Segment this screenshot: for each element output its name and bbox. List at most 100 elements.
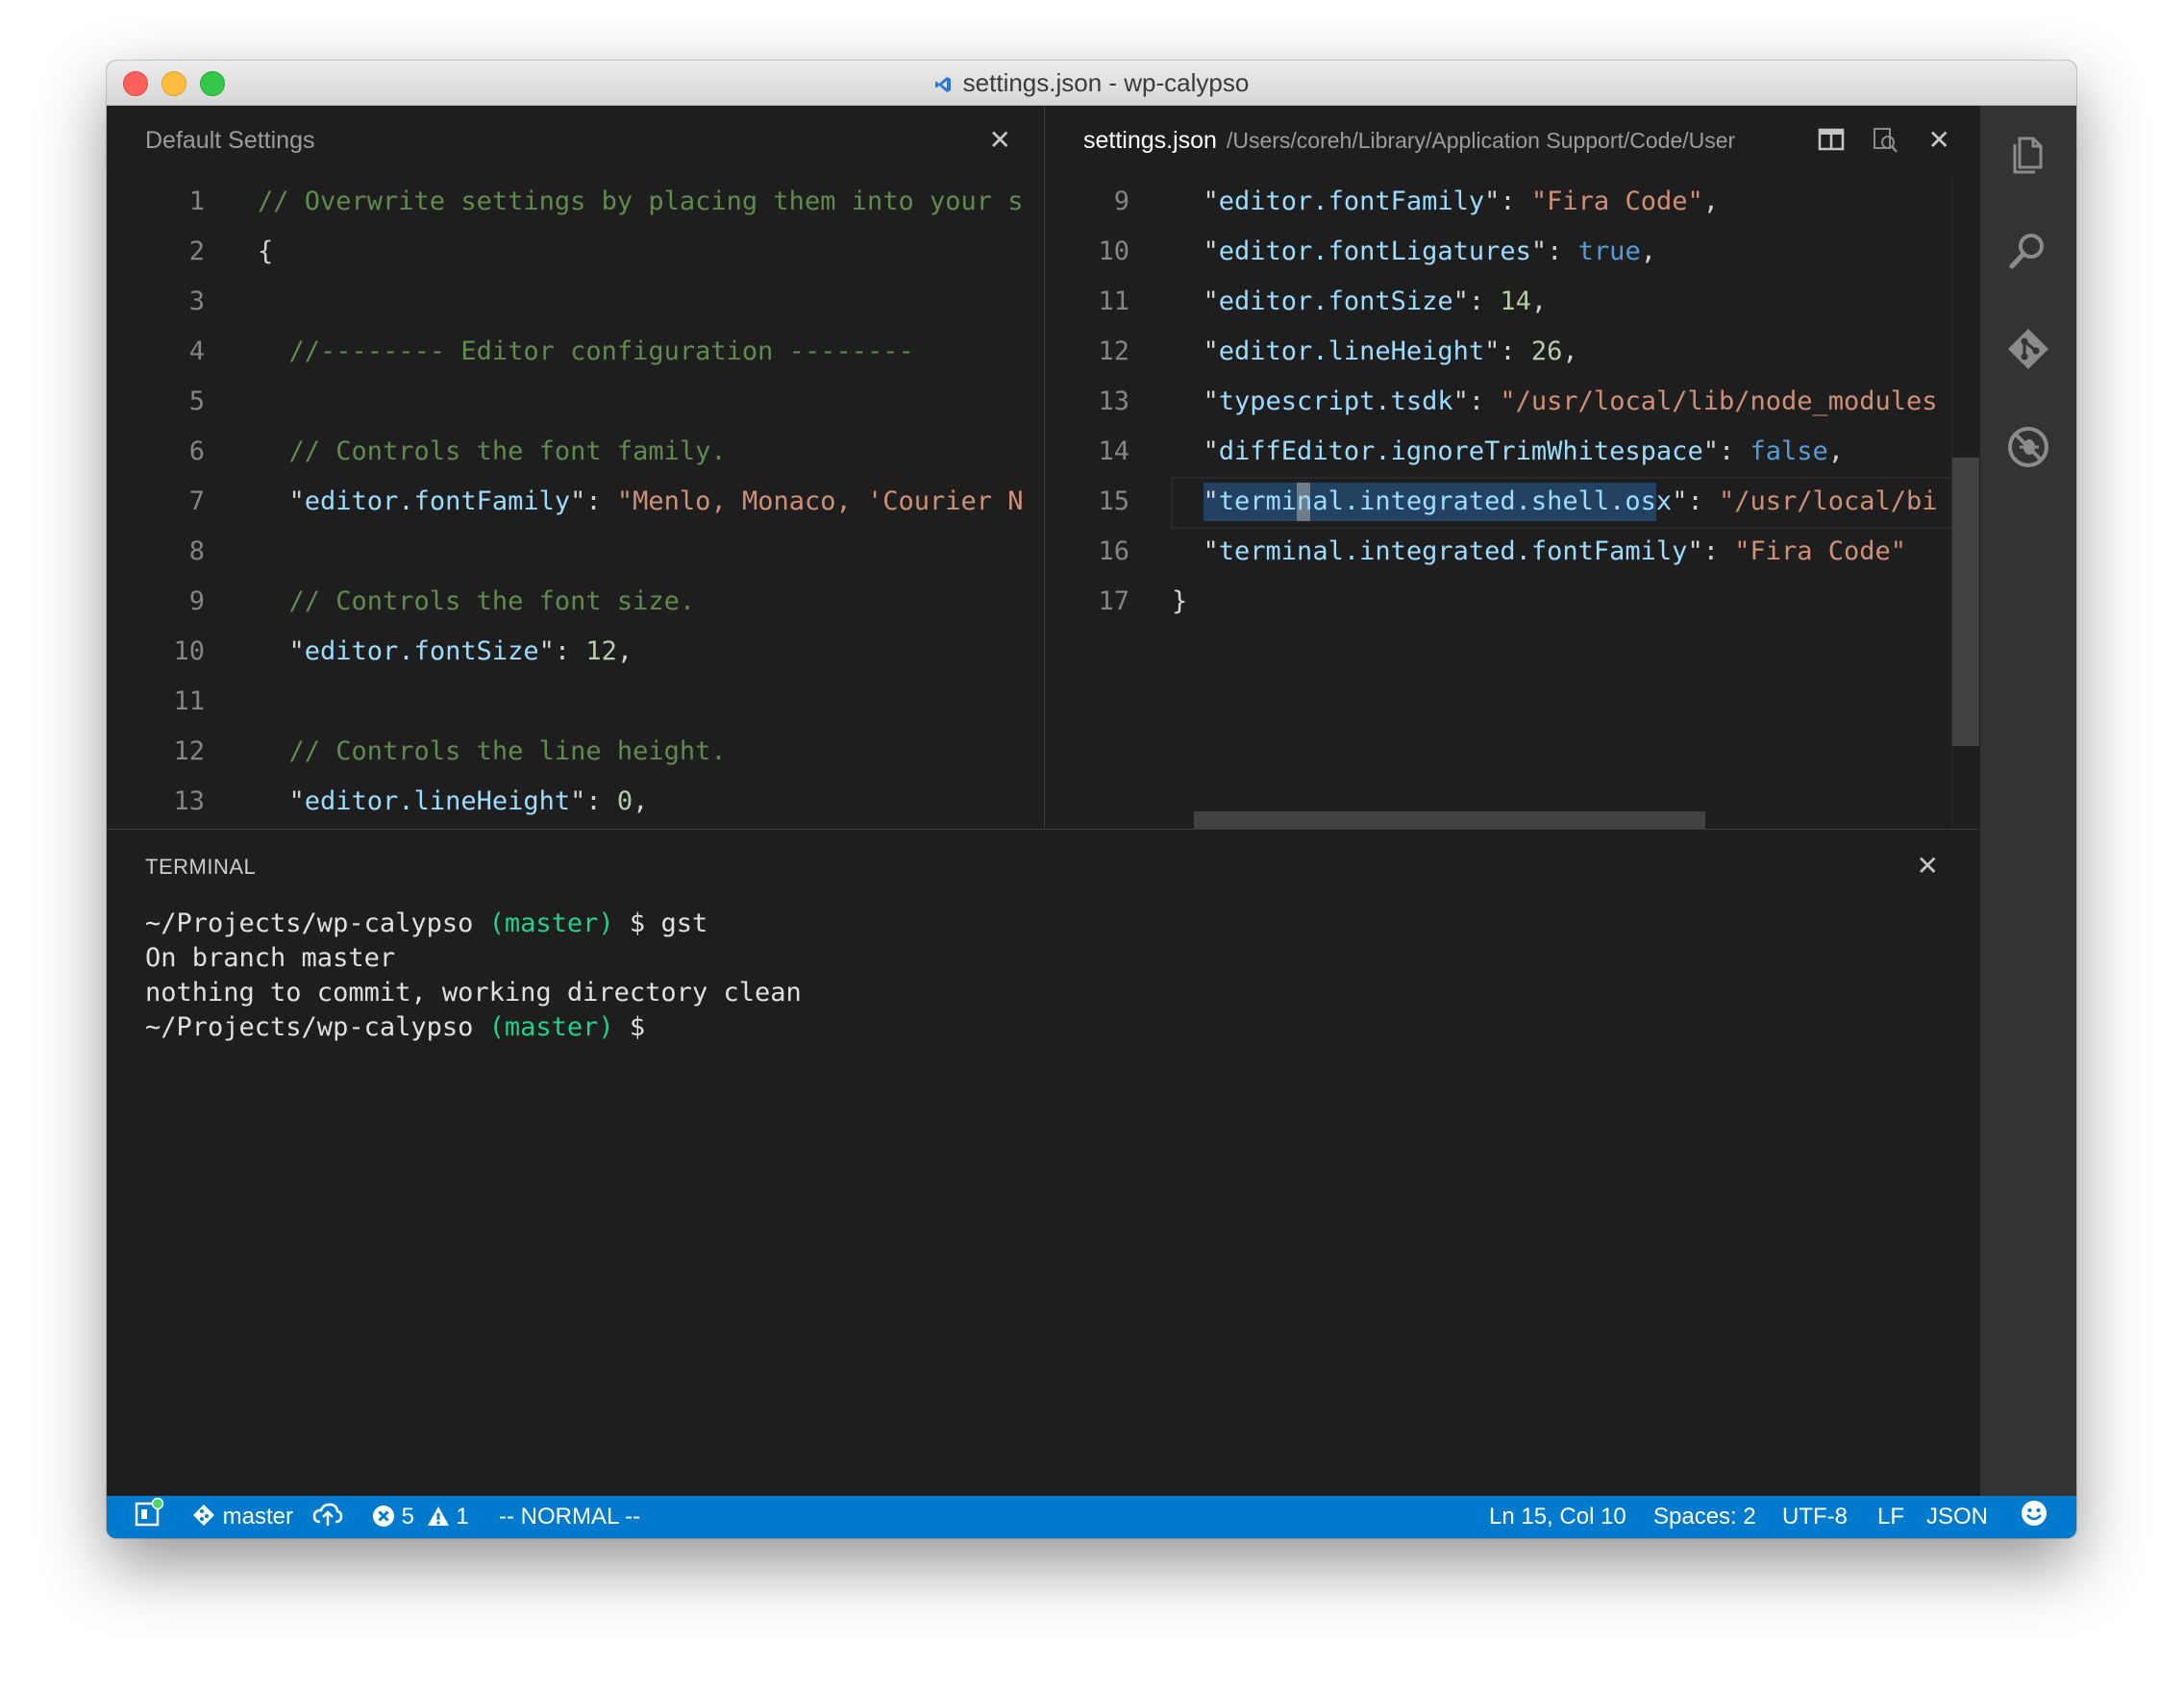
horizontal-scrollbar-thumb[interactable] <box>1194 811 1705 829</box>
code-line[interactable]: 12 // Controls the line height. <box>107 727 1044 777</box>
code-token: ": <box>1452 286 1501 316</box>
encoding[interactable]: UTF-8 <box>1782 1496 1848 1538</box>
line-ending[interactable]: LF <box>1877 1496 1904 1538</box>
code-line[interactable]: 1 // Overwrite settings by placing them i… <box>107 177 1044 227</box>
line-text: "editor.fontLigatures": true, <box>1172 227 1656 277</box>
code-token: "/usr/local/bi <box>1718 486 1938 516</box>
code-token: editor.fontFamily <box>1218 187 1485 216</box>
split-editor-icon[interactable] <box>1818 127 1845 157</box>
line-text: } <box>1172 577 1187 627</box>
line-number: 11 <box>1098 286 1129 316</box>
code-line[interactable]: 9 "editor.fontFamily": "Fira Code", <box>1045 177 1979 227</box>
code-token: , <box>1640 236 1656 266</box>
line-number: 12 <box>1098 336 1129 366</box>
close-icon[interactable]: ✕ <box>1917 853 1939 880</box>
line-number: 10 <box>1098 236 1129 266</box>
line-number: 15 <box>1098 486 1129 516</box>
scrollbar-thumb[interactable] <box>1952 458 1979 746</box>
code-editor[interactable]: 1 // Overwrite settings by placing them i… <box>107 177 1044 827</box>
code-token: "Menlo, Monaco, 'Courier N <box>616 486 1024 516</box>
line-number: 10 <box>173 636 205 666</box>
code-editor[interactable]: 9 "editor.fontFamily": "Fira Code", 10 "e… <box>1045 177 1979 627</box>
terminal-text: nothing to commit, working directory cle… <box>145 978 802 1008</box>
code-line[interactable]: 10 "editor.fontLigatures": true, <box>1045 227 1979 277</box>
code-line[interactable]: 10 "editor.fontSize": 12, <box>107 627 1044 677</box>
code-token: , <box>633 786 649 816</box>
code-line[interactable]: 7 "editor.fontFamily": "Menlo, Monaco, '… <box>107 477 1044 527</box>
code-token: ": <box>1672 486 1719 516</box>
code-line[interactable]: 17} <box>1045 577 1979 627</box>
code-line[interactable]: 8 <box>107 527 1044 577</box>
language-mode[interactable]: JSON <box>1926 1496 1988 1538</box>
code-token: " <box>1172 486 1219 516</box>
code-token: ": <box>1452 386 1501 416</box>
close-icon[interactable]: ✕ <box>989 127 1011 154</box>
line-text: "editor.fontSize": 14, <box>1172 277 1548 327</box>
window-title: settings.json - wp-calypso <box>962 68 1250 97</box>
code-line[interactable]: 11 "editor.fontSize": 14, <box>1045 277 1979 327</box>
code-line[interactable]: 16 "terminal.integrated.fontFamily": "Fi… <box>1045 527 1979 577</box>
code-line[interactable]: 12 "editor.lineHeight": 26, <box>1045 327 1979 377</box>
code-line[interactable]: 15 "terminal.integrated.shell.osx": "/us… <box>1045 477 1979 529</box>
line-text: "terminal.integrated.shell.osx": "/usr/l… <box>1172 477 1938 527</box>
error-icon <box>373 1505 394 1527</box>
code-token: " <box>1172 386 1219 416</box>
indentation[interactable]: Spaces: 2 <box>1653 1496 1756 1538</box>
branch-indicator[interactable]: master <box>191 1496 293 1538</box>
code-line[interactable]: 11 <box>107 677 1044 727</box>
code-token: editor.fontLigatures <box>1218 236 1531 266</box>
code-token: 0 <box>616 786 633 816</box>
pane-header: settings.json/Users/coreh/Library/Applic… <box>1045 106 1979 175</box>
code-token: ": <box>1530 236 1578 266</box>
line-text: // Overwrite settings by placing them in… <box>258 177 1024 227</box>
close-icon[interactable]: ✕ <box>1928 127 1950 154</box>
code-line[interactable]: 9 // Controls the font size. <box>107 577 1044 627</box>
git-icon[interactable] <box>2004 325 2052 373</box>
line-number: 6 <box>188 436 205 466</box>
open-changes-icon[interactable] <box>1872 127 1899 159</box>
line-text: "editor.fontSize": 12, <box>258 627 633 677</box>
code-token: " <box>1172 536 1219 566</box>
line-number: 2 <box>188 236 205 266</box>
vertical-scrollbar[interactable] <box>1951 177 1979 829</box>
code-token: terminal.integrated.shell.osx <box>1218 486 1673 516</box>
code-token: ": <box>570 786 617 816</box>
smiley-icon[interactable] <box>2020 1496 2048 1538</box>
code-line[interactable]: 3 <box>107 277 1044 327</box>
sync-icon[interactable] <box>312 1496 343 1538</box>
code-token: editor.fontSize <box>304 636 539 666</box>
code-line[interactable]: 2{ <box>107 227 1044 277</box>
code-line[interactable]: 13 "editor.lineHeight": 0, <box>107 777 1044 827</box>
code-line[interactable]: 5 <box>107 377 1044 427</box>
line-text: "editor.fontFamily": "Menlo, Monaco, 'Co… <box>258 477 1024 527</box>
problems-indicator[interactable]: 5 1 <box>372 1496 469 1538</box>
line-number: 3 <box>188 286 205 316</box>
code-token: , <box>616 636 633 666</box>
warning-icon <box>427 1506 449 1526</box>
terminal-output[interactable]: ~/Projects/wp-calypso (master) $ gst On b… <box>145 907 802 1045</box>
file-path: /Users/coreh/Library/Application Support… <box>1226 128 1736 153</box>
code-token: "/usr/local/lib/node_modules <box>1500 386 1938 416</box>
line-number: 16 <box>1098 536 1129 566</box>
code-line[interactable]: 14 "diffEditor.ignoreTrimWhitespace": fa… <box>1045 427 1979 477</box>
files-icon[interactable] <box>2004 129 2052 177</box>
line-text: "editor.fontFamily": "Fira Code", <box>1172 177 1719 227</box>
terminal-panel: TERMINAL ✕ ~/Projects/wp-calypso (master… <box>107 829 1979 1497</box>
code-token: " <box>1172 187 1219 216</box>
terminal-text: $ gst <box>613 908 708 938</box>
pane-title: Default Settings <box>145 127 315 154</box>
branch-name: master <box>222 1504 294 1530</box>
code-token: { <box>258 236 274 266</box>
code-line[interactable]: 13 "typescript.tsdk": "/usr/local/lib/no… <box>1045 377 1979 427</box>
line-number: 13 <box>173 786 205 816</box>
debug-icon[interactable] <box>2004 423 2052 471</box>
code-line[interactable]: 4 //-------- Editor configuration ------… <box>107 327 1044 377</box>
vim-mode: -- NORMAL -- <box>499 1504 641 1530</box>
cursor-position[interactable]: Ln 15, Col 10 <box>1489 1496 1626 1538</box>
feedback-icon[interactable] <box>134 1496 164 1538</box>
search-icon[interactable] <box>2004 227 2052 275</box>
activity-bar <box>1980 106 2076 1496</box>
line-text: "editor.lineHeight": 26, <box>1172 327 1578 377</box>
code-token: , <box>1530 286 1548 316</box>
code-line[interactable]: 6 // Controls the font family. <box>107 427 1044 477</box>
